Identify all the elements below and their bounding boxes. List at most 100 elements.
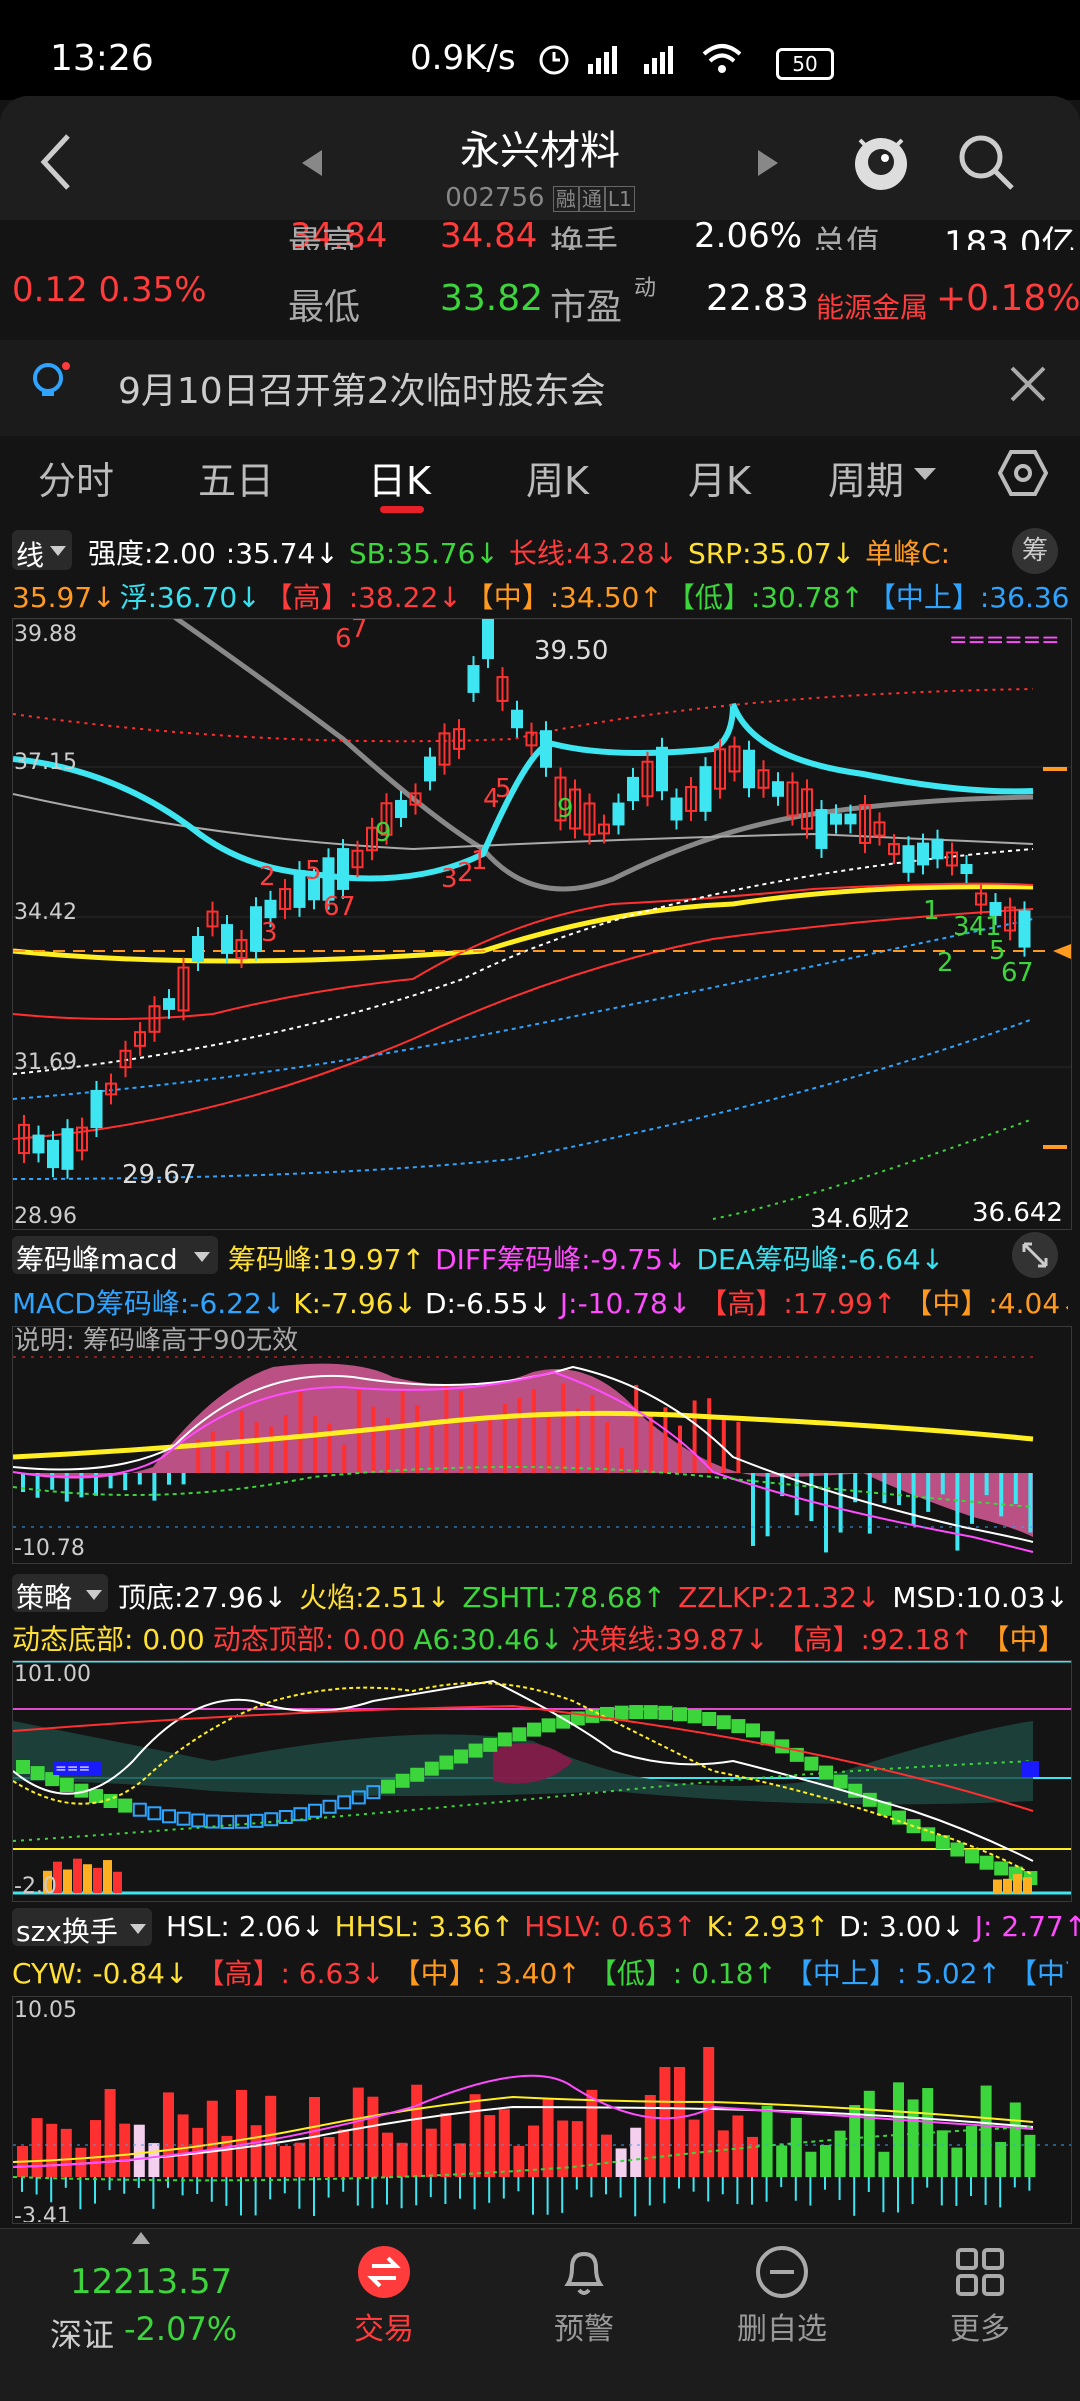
sector-label[interactable]: 能源金属 bbox=[816, 286, 928, 326]
turnover-bar bbox=[717, 2130, 729, 2177]
close-icon[interactable] bbox=[1006, 362, 1050, 406]
macd-bar bbox=[692, 1400, 697, 1473]
chart-bottom-mid: 34.6财2 bbox=[810, 1204, 911, 1234]
strategy-panel[interactable]: === bbox=[12, 1659, 1072, 1902]
strategy-block bbox=[673, 1707, 687, 1722]
strategy-block bbox=[410, 1767, 425, 1782]
macd-bar bbox=[342, 1444, 347, 1473]
turnover-bar bbox=[878, 2151, 890, 2177]
settings-hexagon-icon[interactable] bbox=[998, 448, 1048, 498]
flame-bar bbox=[113, 1871, 122, 1893]
strategy-block bbox=[395, 1773, 410, 1788]
k-chart-panel[interactable]: 672356745321 9912341567 ====== bbox=[12, 606, 1072, 1230]
alert-bell-icon[interactable] bbox=[556, 2244, 612, 2300]
macd-bar bbox=[561, 1383, 566, 1473]
chart-bottom-right: 36.642 bbox=[972, 1198, 1063, 1228]
index-change: -2.07% bbox=[124, 2310, 238, 2348]
srp-line bbox=[12, 884, 1034, 964]
nav-trade[interactable]: 交易 bbox=[324, 2304, 444, 2348]
macd-bar bbox=[517, 1397, 522, 1473]
chip-button[interactable]: 筹 bbox=[1012, 528, 1058, 574]
nav-more[interactable]: 更多 bbox=[920, 2304, 1040, 2348]
macd-bar bbox=[736, 1421, 741, 1473]
macd-bar bbox=[123, 1473, 128, 1491]
macd-row1-value-2: DEA筹码峰:-6.64↓ bbox=[696, 1243, 945, 1276]
main-row1-value-4: SRP:35.07↓ bbox=[687, 537, 856, 570]
turnover-bar bbox=[776, 2145, 788, 2177]
macd-bar bbox=[999, 1473, 1004, 1517]
candle-body bbox=[656, 746, 668, 792]
candle-body bbox=[917, 842, 929, 866]
strategy-block bbox=[643, 1705, 658, 1720]
tab-daily-k[interactable]: 日K bbox=[368, 450, 431, 505]
tab-monthly-k[interactable]: 月K bbox=[688, 450, 751, 505]
turnover-bar bbox=[163, 2092, 174, 2177]
dropdown-icon bbox=[86, 1590, 102, 1600]
more-grid-icon[interactable] bbox=[952, 2244, 1008, 2300]
macd-bar bbox=[444, 1385, 449, 1473]
macd-panel[interactable] bbox=[12, 1326, 1072, 1564]
turn-row2-value-1: 【高】: 6.63↓ bbox=[196, 1957, 385, 1990]
macd-bar bbox=[605, 1422, 609, 1473]
flame-bar bbox=[93, 1867, 102, 1893]
turnover-bar bbox=[703, 2047, 715, 2177]
macd-low-label: -10.78 bbox=[14, 1536, 85, 1561]
turnover-bar bbox=[75, 2147, 87, 2177]
macd-bar bbox=[283, 1415, 288, 1473]
dropdown-icon bbox=[194, 1252, 210, 1262]
turnover-canvas bbox=[12, 2047, 1071, 2217]
tab-period[interactable]: 周期 bbox=[828, 450, 904, 505]
mascot-icon[interactable] bbox=[848, 126, 914, 196]
macd-bar bbox=[137, 1473, 142, 1485]
strategy-block bbox=[30, 1766, 45, 1781]
nav-alert[interactable]: 预警 bbox=[524, 2304, 644, 2348]
strategy-block bbox=[614, 1705, 629, 1720]
flame-bar bbox=[1003, 1878, 1012, 1893]
strategy-block bbox=[804, 1756, 819, 1771]
svg-text:9: 9 bbox=[375, 818, 392, 848]
strategy-block bbox=[629, 1705, 644, 1720]
index-value[interactable]: 12213.57 bbox=[70, 2262, 232, 2302]
macd-bar bbox=[970, 1473, 974, 1524]
candle-body bbox=[931, 838, 944, 860]
mcap-value: 183.0亿 bbox=[944, 224, 1076, 250]
strategy-block bbox=[381, 1779, 395, 1794]
turnover-bar bbox=[396, 2142, 408, 2177]
k-marker: ====== bbox=[949, 628, 1060, 653]
turnover-panel[interactable] bbox=[12, 1996, 1072, 2224]
turnover-bar bbox=[936, 2130, 948, 2177]
battery-indicator: 50 bbox=[776, 48, 834, 80]
main-row2-value-4: 【低】:30.78↑ bbox=[666, 581, 864, 614]
macd-bar bbox=[546, 1414, 551, 1473]
turn-row1-value-2: HSLV: 0.63↑ bbox=[524, 1910, 697, 1943]
turnover-bar bbox=[352, 2087, 364, 2177]
macd-bar bbox=[35, 1473, 40, 1498]
macd-bar bbox=[181, 1473, 186, 1485]
turnover-value: 2.06% bbox=[694, 216, 803, 250]
notice-text[interactable]: 9月10日召开第2次临时股东会 bbox=[118, 362, 606, 414]
main-indicator-row1: 强度:2.00:35.74↓ SB:35.76↓ 长线:43.28↓ SRP:35.0… bbox=[88, 532, 960, 572]
candle-body bbox=[163, 998, 175, 1010]
macd-bar bbox=[882, 1473, 887, 1504]
expand-up-icon[interactable] bbox=[132, 2232, 150, 2244]
trade-icon[interactable] bbox=[356, 2244, 412, 2300]
strategy-block bbox=[89, 1789, 103, 1804]
macd-bar bbox=[210, 1431, 215, 1473]
next-stock-icon[interactable] bbox=[756, 148, 780, 178]
tab-five-day[interactable]: 五日 bbox=[198, 450, 274, 505]
active-tab-indicator bbox=[380, 506, 424, 513]
strat-row1-value-4: MSD:10.03↓ bbox=[892, 1581, 1069, 1614]
tab-weekly-k[interactable]: 周K bbox=[526, 450, 589, 505]
nav-remove-watchlist[interactable]: 删自选 bbox=[722, 2304, 842, 2348]
macd-bar bbox=[634, 1384, 639, 1473]
svg-text:===: === bbox=[55, 1761, 90, 1777]
wifi-icon bbox=[702, 44, 742, 73]
remove-watchlist-icon[interactable] bbox=[754, 2244, 810, 2300]
main-indicator-row2: 35.97↓ 浮:36.70↓ 【高】:38.22↓ 【中】:34.50↑ 【低】:30… bbox=[12, 576, 1068, 616]
search-icon[interactable] bbox=[956, 132, 1016, 192]
turnover-bar bbox=[133, 2124, 145, 2177]
flame-bar bbox=[1023, 1877, 1032, 1893]
strat-row2-value-1: 动态顶部: 0.00 bbox=[212, 1623, 406, 1656]
macd-bar bbox=[590, 1394, 595, 1473]
tab-intraday[interactable]: 分时 bbox=[38, 450, 114, 505]
